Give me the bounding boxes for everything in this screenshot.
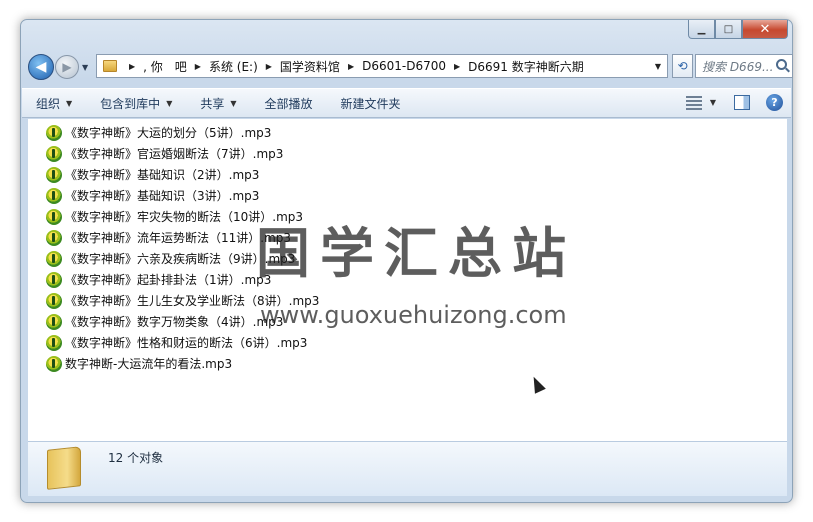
breadcrumb-item[interactable]: , 你 吧 (143, 58, 187, 75)
back-button[interactable]: ◀ (28, 54, 54, 80)
details-pane: 12 个对象 (28, 441, 787, 496)
chevron-right-icon[interactable]: ▶ (454, 62, 460, 71)
audio-file-icon (46, 313, 62, 330)
refresh-button[interactable]: ⟲ (672, 54, 693, 78)
new-folder-button[interactable]: 新建文件夹 (327, 95, 415, 112)
watermark-url: www.guoxuehuizong.com (260, 301, 567, 329)
audio-file-icon (46, 250, 62, 267)
include-in-library-button[interactable]: 包含到库中 ▼ (86, 95, 186, 112)
chevron-down-icon: ▼ (66, 98, 73, 108)
audio-file-icon (46, 187, 62, 204)
file-name: 《数字神断》起卦排卦法（1讲）.mp3 (65, 273, 272, 287)
chevron-right-icon[interactable]: ▶ (129, 62, 135, 71)
chevron-down-icon: ▼ (230, 98, 237, 108)
breadcrumb-item[interactable]: 系统 (E:) (209, 58, 258, 75)
command-bar: 组织 ▼ 包含到库中 ▼ 共享 ▼ 全部播放 新建文件夹 ▼ ? (22, 88, 791, 118)
organize-label: 组织 (36, 96, 61, 111)
search-input[interactable]: 搜索 D669... (695, 54, 793, 78)
address-bar[interactable]: ▶ , 你 吧 ▶ 系统 (E:) ▶ 国学资料馆 ▶ D6601-D6700 … (96, 54, 668, 78)
recent-pages-dropdown-icon[interactable]: ▼ (82, 63, 88, 72)
preview-pane-icon[interactable] (734, 95, 750, 110)
file-item[interactable]: 《数字神断》基础知识（3讲）.mp3 (46, 185, 319, 206)
audio-file-icon (46, 292, 62, 309)
breadcrumb: ▶ , 你 吧 ▶ 系统 (E:) ▶ 国学资料馆 ▶ D6601-D6700 … (121, 58, 584, 75)
close-button[interactable]: ✕ (742, 20, 788, 39)
explorer-window: ▁ □ ✕ ◀ ▶ ▼ ▶ , 你 吧 ▶ 系统 (E:) ▶ 国学资料馆 ▶ … (20, 19, 793, 503)
file-name: 《数字神断》大运的划分（5讲）.mp3 (65, 126, 272, 140)
play-all-button[interactable]: 全部播放 (251, 95, 327, 112)
folder-icon (103, 60, 117, 72)
chevron-right-icon[interactable]: ▶ (195, 62, 201, 71)
audio-file-icon (46, 145, 62, 162)
file-name: 数字神断-大运流年的看法.mp3 (65, 357, 233, 371)
chevron-down-icon: ▼ (166, 98, 173, 108)
view-controls: ▼ ? (685, 94, 783, 111)
file-item[interactable]: 《数字神断》官运婚姻断法（7讲）.mp3 (46, 143, 319, 164)
file-name: 《数字神断》基础知识（2讲）.mp3 (65, 168, 260, 182)
address-dropdown-icon[interactable]: ▼ (655, 62, 661, 71)
maximize-button[interactable]: □ (715, 20, 742, 39)
file-list-pane[interactable]: 《数字神断》大运的划分（5讲）.mp3 《数字神断》官运婚姻断法（7讲）.mp3… (28, 119, 787, 441)
organize-button[interactable]: 组织 ▼ (22, 95, 86, 112)
watermark-title: 国学汇总站 (256, 222, 576, 285)
file-item[interactable]: 数字神断-大运流年的看法.mp3 (46, 353, 319, 374)
breadcrumb-item[interactable]: D6691 数字神断六期 (468, 58, 584, 75)
file-name: 《数字神断》性格和财运的断法（6讲）.mp3 (65, 336, 308, 350)
caption-buttons: ▁ □ ✕ (688, 20, 788, 40)
mouse-cursor-icon (528, 374, 546, 394)
chevron-right-icon[interactable]: ▶ (348, 62, 354, 71)
view-dropdown-icon[interactable]: ▼ (710, 98, 716, 107)
file-name: 《数字神断》数字万物类象（4讲）.mp3 (65, 315, 284, 329)
audio-file-icon (46, 124, 62, 141)
chevron-right-icon[interactable]: ▶ (266, 62, 272, 71)
file-item[interactable]: 《数字神断》大运的划分（5讲）.mp3 (46, 122, 319, 143)
include-library-label: 包含到库中 (100, 96, 161, 111)
audio-file-icon (46, 229, 62, 246)
change-view-icon[interactable] (685, 95, 702, 110)
audio-file-icon (46, 355, 62, 372)
audio-file-icon (46, 334, 62, 351)
file-item[interactable]: 《数字神断》基础知识（2讲）.mp3 (46, 164, 319, 185)
forward-button[interactable]: ▶ (55, 55, 79, 79)
file-item[interactable]: 《数字神断》性格和财运的断法（6讲）.mp3 (46, 332, 319, 353)
audio-file-icon (46, 271, 62, 288)
navigation-bar: ◀ ▶ ▼ ▶ , 你 吧 ▶ 系统 (E:) ▶ 国学资料馆 ▶ D6601-… (28, 50, 793, 84)
search-icon[interactable] (776, 59, 787, 70)
search-placeholder: 搜索 D669... (702, 59, 774, 74)
breadcrumb-item[interactable]: D6601-D6700 (362, 59, 446, 73)
folder-icon (47, 446, 81, 490)
audio-file-icon (46, 208, 62, 225)
help-button[interactable]: ? (766, 94, 783, 111)
minimize-button[interactable]: ▁ (688, 20, 715, 39)
file-name: 《数字神断》基础知识（3讲）.mp3 (65, 189, 260, 203)
item-count: 12 个对象 (108, 451, 164, 465)
breadcrumb-item[interactable]: 国学资料馆 (280, 58, 340, 75)
share-button[interactable]: 共享 ▼ (186, 95, 250, 112)
audio-file-icon (46, 166, 62, 183)
file-name: 《数字神断》官运婚姻断法（7讲）.mp3 (65, 147, 284, 161)
share-label: 共享 (200, 96, 225, 111)
